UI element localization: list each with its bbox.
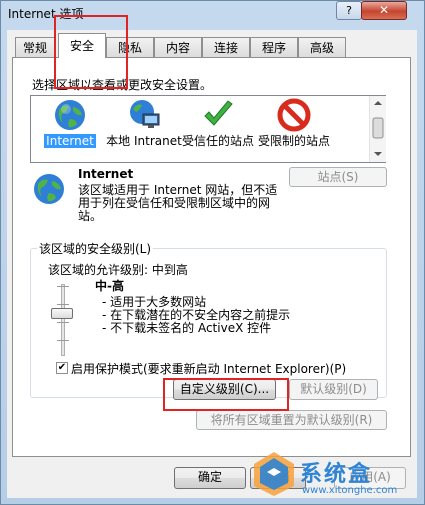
zone-restricted[interactable]: 受限制的站点	[256, 98, 332, 148]
allowed-level-text: 该区域的允许级别: 中到高	[48, 263, 188, 277]
security-slider-track[interactable]	[61, 284, 65, 356]
sites-button[interactable]: 站点(S)	[289, 167, 387, 187]
slider-tick	[57, 286, 69, 287]
tab-programs[interactable]: 程序	[250, 37, 298, 57]
reset-all-zones-button[interactable]: 将所有区域重置为默认级别(R)	[196, 410, 387, 430]
security-slider-thumb[interactable]	[51, 308, 73, 319]
detail-globe-icon	[32, 172, 66, 206]
zone-detail-description: 该区域适用于 Internet 网站，但不适用于列在受信任和受限制区域中的网站。	[78, 183, 278, 223]
zone-restricted-label: 受限制的站点	[257, 134, 330, 148]
tab-advanced[interactable]: 高级	[298, 37, 346, 57]
custom-button-highlight-box	[163, 378, 289, 411]
slider-tick	[57, 340, 69, 341]
zone-list-scrollbar[interactable]	[369, 96, 386, 162]
tab-highlight-box	[54, 15, 128, 89]
globe-icon	[53, 98, 87, 132]
default-level-button[interactable]: 默认级别(D)	[289, 379, 378, 400]
zone-trusted-label: 受信任的站点	[181, 134, 254, 148]
zone-detail-title: Internet	[78, 167, 134, 181]
check-icon	[201, 98, 235, 132]
watermark-text: 系统盒	[300, 462, 373, 487]
close-button[interactable]: ✕	[361, 1, 407, 20]
slider-tick	[57, 304, 69, 305]
watermark-logo-icon	[252, 450, 296, 498]
zone-trusted[interactable]: 受信任的站点	[180, 98, 256, 148]
zone-internet[interactable]: Internet	[32, 98, 108, 148]
slider-tick	[57, 322, 69, 323]
blocked-icon	[277, 98, 311, 132]
security-level-name: 中-高	[95, 279, 124, 293]
tab-general[interactable]: 常规	[15, 37, 55, 57]
security-level-group-label: 该区域的安全级别(L)	[37, 240, 154, 257]
protected-mode-label: 启用保护模式(要求重新启动 Internet Explorer)(P)	[71, 362, 347, 376]
watermark-url: www.xitonghe.com	[302, 485, 398, 496]
zone-intranet-label: 本地 Intranet	[106, 134, 182, 148]
protected-mode-checkbox[interactable]: ✔	[56, 362, 68, 374]
zone-intranet[interactable]: 本地 Intranet	[106, 98, 182, 148]
help-button[interactable]: ?	[336, 1, 362, 20]
level-description-bullet: - 不下载未签名的 ActiveX 控件	[102, 321, 272, 335]
intranet-icon	[127, 98, 161, 132]
tab-connections[interactable]: 连接	[202, 37, 250, 57]
tab-content[interactable]: 内容	[154, 37, 202, 57]
zone-internet-label: Internet	[44, 134, 96, 148]
ok-button[interactable]: 确定	[174, 467, 246, 489]
